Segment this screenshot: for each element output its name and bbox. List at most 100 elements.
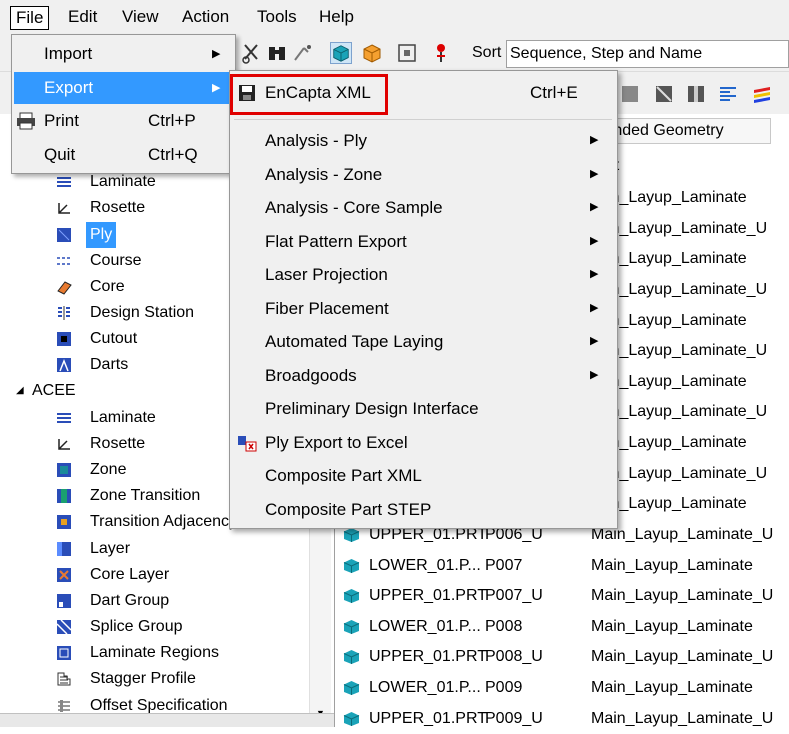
orange-cube-icon[interactable] (361, 42, 383, 64)
column-header-extended-geometry[interactable]: tended Geometry (597, 118, 771, 144)
scissors-icon[interactable] (241, 42, 263, 64)
expand-arrow-icon[interactable]: ◢ (16, 378, 24, 404)
menu-item-label: Print (44, 111, 79, 130)
export-broadgoods[interactable]: Broadgoods ▶ (232, 359, 615, 392)
submenu-arrow-icon: ▶ (212, 48, 221, 60)
tree-item-label: Laminate Regions (90, 644, 219, 661)
menu-item-label: Flat Pattern Export (265, 232, 407, 251)
laminate-cell: in_Layup_Laminate_U (607, 465, 768, 482)
menu-item-label: Analysis - Ply (265, 131, 368, 150)
export-analysis-core-sample[interactable]: Analysis - Core Sample ▶ (232, 191, 615, 224)
shortcut-label: Ctrl+Q (148, 145, 198, 164)
ply-icon (57, 228, 71, 242)
submenu-arrow-icon: ▶ (212, 82, 221, 94)
export-composite-part-step[interactable]: Composite Part STEP (232, 493, 615, 526)
submenu-arrow-icon: ▶ (590, 134, 599, 146)
tree-horizontal-scrollbar[interactable] (0, 713, 334, 727)
menu-item-label: Import (44, 44, 93, 63)
export-fiber-placement[interactable]: Fiber Placement ▶ (232, 292, 615, 325)
export-composite-part-xml[interactable]: Composite Part XML (232, 459, 615, 492)
laminate-icon (57, 177, 71, 187)
core-layer-icon (57, 568, 71, 582)
excel-export-icon (238, 436, 257, 452)
align-list-icon[interactable] (718, 84, 738, 104)
stagger-profile-icon (57, 672, 71, 686)
laminate-cell: in_Layup_Laminate (607, 373, 747, 390)
file-menu-print[interactable]: Print Ctrl+P (14, 105, 233, 137)
binoculars-icon[interactable] (266, 42, 288, 64)
submenu-arrow-icon: ▶ (590, 168, 599, 180)
export-preliminary-design-interface[interactable]: Preliminary Design Interface (232, 392, 615, 425)
frame-select-icon[interactable] (396, 42, 418, 64)
export-laser-projection[interactable]: Laser Projection ▶ (232, 258, 615, 291)
menu-tools[interactable]: Tools (252, 6, 302, 30)
tree-item-label: Stagger Profile (90, 670, 196, 687)
file-menu-dropdown: Import ▶ Export ▶ Print Ctrl+P Quit Ctrl… (11, 34, 236, 174)
design-station-icon (58, 306, 70, 320)
laminate-icon (57, 413, 71, 423)
laminate-cell: in_Layup_Laminate_U (607, 281, 768, 298)
export-analysis-ply[interactable]: Analysis - Ply ▶ (232, 124, 615, 157)
laminate-regions-icon (57, 646, 71, 660)
submenu-arrow-icon: ▶ (590, 201, 599, 213)
tree-item-label: Zone Transition (90, 487, 201, 504)
submenu-arrow-icon: ▶ (590, 302, 599, 314)
layers-color-icon[interactable] (752, 84, 772, 104)
column-header-parent[interactable]: ent (597, 154, 789, 180)
tree-item-label: Cutout (90, 330, 138, 347)
export-ply-to-excel[interactable]: Ply Export to Excel (232, 426, 615, 459)
ply-cell: P007_U (485, 587, 543, 604)
tree-item-label: Design Station (90, 304, 195, 321)
menu-view[interactable]: View (117, 6, 164, 30)
export-analysis-zone[interactable]: Analysis - Zone ▶ (232, 158, 615, 191)
menu-help[interactable]: Help (314, 6, 359, 30)
cube-view-icon[interactable] (330, 42, 352, 64)
highlight-box (230, 74, 388, 115)
menu-action[interactable]: Action (177, 6, 234, 30)
find-next-icon[interactable] (292, 42, 314, 64)
pin-red-icon[interactable] (430, 42, 452, 64)
menu-item-label: Automated Tape Laying (265, 332, 444, 351)
menu-item-label: Quit (44, 145, 76, 164)
diagonal-icon[interactable] (654, 84, 674, 104)
ply-cube-icon (343, 559, 360, 573)
menu-item-label: Fiber Placement (265, 299, 389, 318)
layer-icon (57, 542, 71, 556)
menu-file[interactable]: File (10, 6, 50, 30)
file-menu-quit[interactable]: Quit Ctrl+Q (14, 139, 233, 171)
table-row[interactable]: LOWER_01.P... P007 Main_Layup_Laminate (335, 551, 789, 581)
course-icon (57, 257, 71, 265)
tree-item-label: Zone (90, 461, 127, 478)
export-flat-pattern[interactable]: Flat Pattern Export ▶ (232, 225, 615, 258)
table-row[interactable]: UPPER_01.PRT P009_U Main_Layup_Laminate_… (335, 704, 789, 734)
menu-item-label: Laser Projection (265, 265, 388, 284)
menu-edit[interactable]: Edit (63, 6, 102, 30)
menu-item-label: Preliminary Design Interface (265, 399, 479, 418)
ply-cube-icon (343, 589, 360, 603)
darts-icon (57, 358, 71, 372)
table-row[interactable]: UPPER_01.PRT P008_U Main_Layup_Laminate_… (335, 642, 789, 672)
part-cell: UPPER_01.PRT (369, 710, 487, 727)
menu-item-label: Export (44, 78, 94, 97)
file-menu-export[interactable]: Export ▶ (14, 72, 233, 104)
sort-label: Sort (472, 44, 502, 61)
part-cell: LOWER_01.P... (369, 679, 481, 696)
laminate-cell: Main_Layup_Laminate (591, 679, 753, 696)
menu-item-label: Analysis - Core Sample (265, 198, 443, 217)
export-automated-tape-laying[interactable]: Automated Tape Laying ▶ (232, 325, 615, 358)
sort-select[interactable]: Sequence, Step and Name (506, 40, 789, 68)
dart-group-icon (57, 594, 71, 608)
laminate-cell: in_Layup_Laminate (607, 312, 747, 329)
table-row[interactable]: LOWER_01.P... P009 Main_Layup_Laminate (335, 673, 789, 703)
gray-block-icon[interactable] (620, 84, 640, 104)
laminate-cell: Main_Layup_Laminate (591, 557, 753, 574)
columns-icon[interactable] (686, 84, 706, 104)
submenu-arrow-icon: ▶ (590, 268, 599, 280)
tree-item-label: Layer (90, 540, 131, 557)
table-row[interactable]: LOWER_01.P... P008 Main_Layup_Laminate (335, 612, 789, 642)
ply-cell: P008_U (485, 648, 543, 665)
file-menu-import[interactable]: Import ▶ (14, 38, 233, 70)
tree-item-label: Splice Group (90, 618, 183, 635)
rosette-icon (58, 439, 70, 450)
table-row[interactable]: UPPER_01.PRT P007_U Main_Layup_Laminate_… (335, 581, 789, 611)
